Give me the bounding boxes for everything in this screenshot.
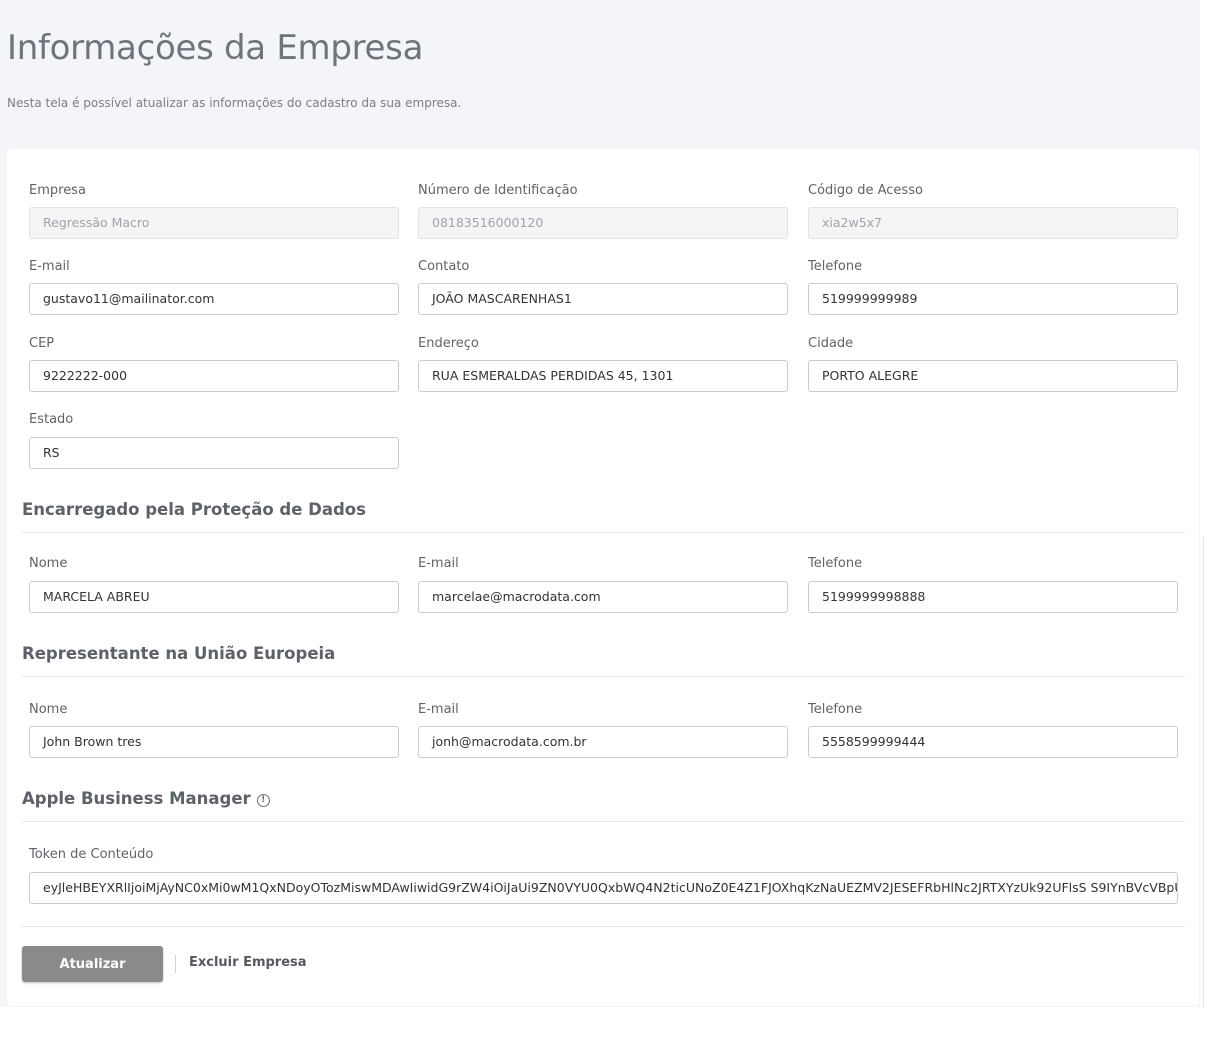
eu-rep-telefone-label: Telefone <box>808 702 863 717</box>
page-subtitle: Nesta tela é possível atualizar as infor… <box>7 96 462 110</box>
estado-field: Estado RS <box>29 411 399 469</box>
eu-rep-section-title: Representante na União Europeia <box>22 644 336 663</box>
update-button[interactable]: Atualizar <box>22 946 163 982</box>
numero-identificacao-label: Número de Identificação <box>418 183 578 198</box>
cidade-field: Cidade PORTO ALEGRE <box>808 335 1178 392</box>
dpo-nome-input[interactable]: MARCELA ABREU <box>29 581 399 613</box>
codigo-acesso-input: xia2w5x7 <box>808 207 1178 239</box>
eu-rep-nome-label: Nome <box>29 702 68 717</box>
estado-label: Estado <box>29 412 74 427</box>
dpo-email-label: E-mail <box>418 556 459 571</box>
eu-rep-email-label: E-mail <box>418 702 459 717</box>
codigo-acesso-label: Código de Acesso <box>808 183 923 198</box>
empresa-field: Empresa Regressão Macro <box>29 182 399 239</box>
dpo-telefone-field: Telefone 5199999998888 <box>808 555 1178 613</box>
email-field: E-mail gustavo11@mailinator.com <box>29 258 399 315</box>
estado-input[interactable]: RS <box>29 437 399 469</box>
token-label: Token de Conteúdo <box>29 847 154 862</box>
actions-divider <box>22 926 1185 927</box>
empresa-label: Empresa <box>29 183 86 198</box>
dpo-nome-field: Nome MARCELA ABREU <box>29 555 399 613</box>
dpo-nome-label: Nome <box>29 556 68 571</box>
cep-label: CEP <box>29 336 55 351</box>
eu-rep-nome-field: Nome John Brown tres <box>29 701 399 758</box>
dpo-telefone-label: Telefone <box>808 556 863 571</box>
endereco-input[interactable]: RUA ESMERALDAS PERDIDAS 45, 1301 <box>418 360 788 392</box>
contato-label: Contato <box>418 259 470 274</box>
codigo-acesso-field: Código de Acesso xia2w5x7 <box>808 182 1178 239</box>
token-field: Token de Conteúdo eyJleHBEYXRlIjoiMjAyNC… <box>29 846 1178 904</box>
scrollbar-track[interactable] <box>1203 537 1204 1007</box>
numero-identificacao-input: 08183516000120 <box>418 207 788 239</box>
eu-rep-telefone-input[interactable]: 5558599999444 <box>808 726 1178 758</box>
endereco-field: Endereço RUA ESMERALDAS PERDIDAS 45, 130… <box>418 335 788 392</box>
contato-field: Contato JOÃO MASCARENHAS1 <box>418 258 788 315</box>
abm-section-title: Apple Business Manager! <box>22 789 270 808</box>
telefone-field: Telefone 519999999989 <box>808 258 1178 315</box>
dpo-section-title: Encarregado pela Proteção de Dados <box>22 500 366 519</box>
empresa-input: Regressão Macro <box>29 207 399 239</box>
cep-field: CEP 9222222-000 <box>29 335 399 392</box>
token-input[interactable]: eyJleHBEYXRlIjoiMjAyNC0xMi0wM1QxNDoyOToz… <box>29 872 1178 904</box>
email-input[interactable]: gustavo11@mailinator.com <box>29 283 399 315</box>
telefone-label: Telefone <box>808 259 863 274</box>
eu-rep-telefone-field: Telefone 5558599999444 <box>808 701 1178 758</box>
cidade-input[interactable]: PORTO ALEGRE <box>808 360 1178 392</box>
eu-rep-nome-input[interactable]: John Brown tres <box>29 726 399 758</box>
abm-title-text: Apple Business Manager <box>22 789 251 808</box>
dpo-telefone-input[interactable]: 5199999998888 <box>808 581 1178 613</box>
email-label: E-mail <box>29 259 70 274</box>
abm-divider <box>22 821 1185 822</box>
info-icon[interactable]: ! <box>256 794 270 807</box>
eu-rep-divider <box>22 676 1185 677</box>
telefone-input[interactable]: 519999999989 <box>808 283 1178 315</box>
endereco-label: Endereço <box>418 336 479 351</box>
numero-identificacao-field: Número de Identificação 08183516000120 <box>418 182 788 239</box>
cep-input[interactable]: 9222222-000 <box>29 360 399 392</box>
eu-rep-email-field: E-mail jonh@macrodata.com.br <box>418 701 788 758</box>
actions-separator <box>175 955 176 973</box>
dpo-email-input[interactable]: marcelae@macrodata.com <box>418 581 788 613</box>
contato-input[interactable]: JOÃO MASCARENHAS1 <box>418 283 788 315</box>
cidade-label: Cidade <box>808 336 854 351</box>
dpo-email-field: E-mail marcelae@macrodata.com <box>418 555 788 613</box>
eu-rep-email-input[interactable]: jonh@macrodata.com.br <box>418 726 788 758</box>
dpo-divider <box>22 532 1185 533</box>
delete-company-link[interactable]: Excluir Empresa <box>189 955 307 970</box>
company-form-card: Empresa Regressão Macro Número de Identi… <box>7 149 1199 1006</box>
page-title: Informações da Empresa <box>7 28 424 68</box>
